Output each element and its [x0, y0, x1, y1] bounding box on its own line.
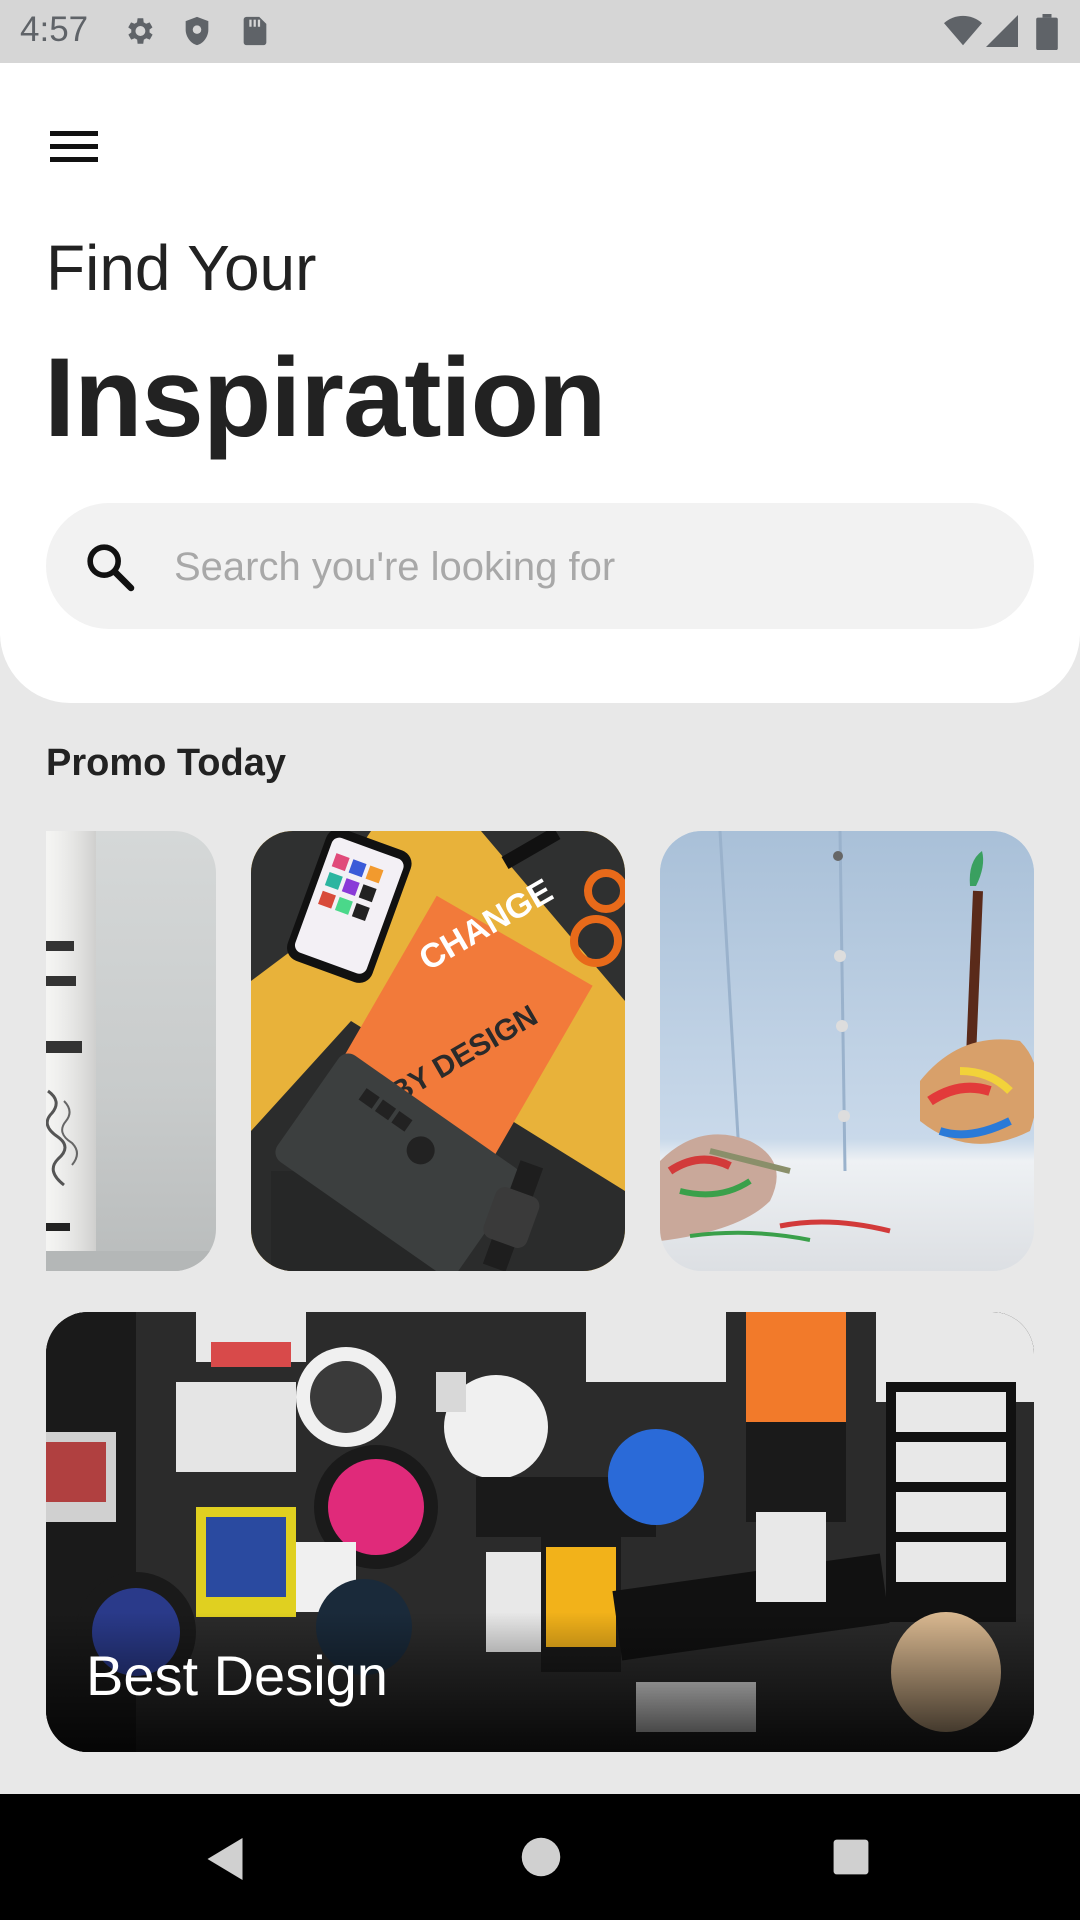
recents-icon[interactable]	[832, 1838, 870, 1876]
sd-card-icon	[243, 16, 267, 46]
search-icon	[87, 544, 135, 592]
promo-card-change-by-design[interactable]: CHANGE BY DESIGN	[251, 831, 625, 1271]
system-nav-bar	[0, 1794, 1080, 1920]
header-card: Find Your Inspiration	[0, 63, 1080, 703]
best-design-label: Best Design	[86, 1644, 388, 1707]
settings-icon	[128, 18, 153, 44]
best-design-card[interactable]: Best Design	[46, 1312, 1034, 1752]
shield-icon	[185, 16, 209, 46]
promo-card-mixed-water[interactable]	[46, 831, 216, 1271]
title-inspiration: Inspiration	[44, 335, 606, 460]
painting-hands-photo	[660, 831, 1034, 1271]
wifi-icon	[944, 15, 982, 46]
battery-icon	[1036, 14, 1058, 50]
water-bottle-photo	[46, 831, 216, 1271]
back-icon[interactable]	[204, 1836, 246, 1882]
status-time: 4:57	[20, 10, 89, 49]
search-bar[interactable]	[46, 503, 1034, 629]
change-by-design-book-photo: CHANGE BY DESIGN	[251, 831, 625, 1271]
signal-icon	[986, 15, 1018, 47]
status-bar: 4:57	[0, 0, 1080, 63]
hamburger-menu-icon[interactable]	[40, 119, 106, 175]
promo-section-title: Promo Today	[46, 742, 286, 784]
title-find-your: Find Your	[46, 232, 317, 304]
home-icon[interactable]	[520, 1836, 562, 1878]
search-input[interactable]	[172, 531, 996, 603]
promo-card-paint-brush[interactable]	[660, 831, 1034, 1271]
